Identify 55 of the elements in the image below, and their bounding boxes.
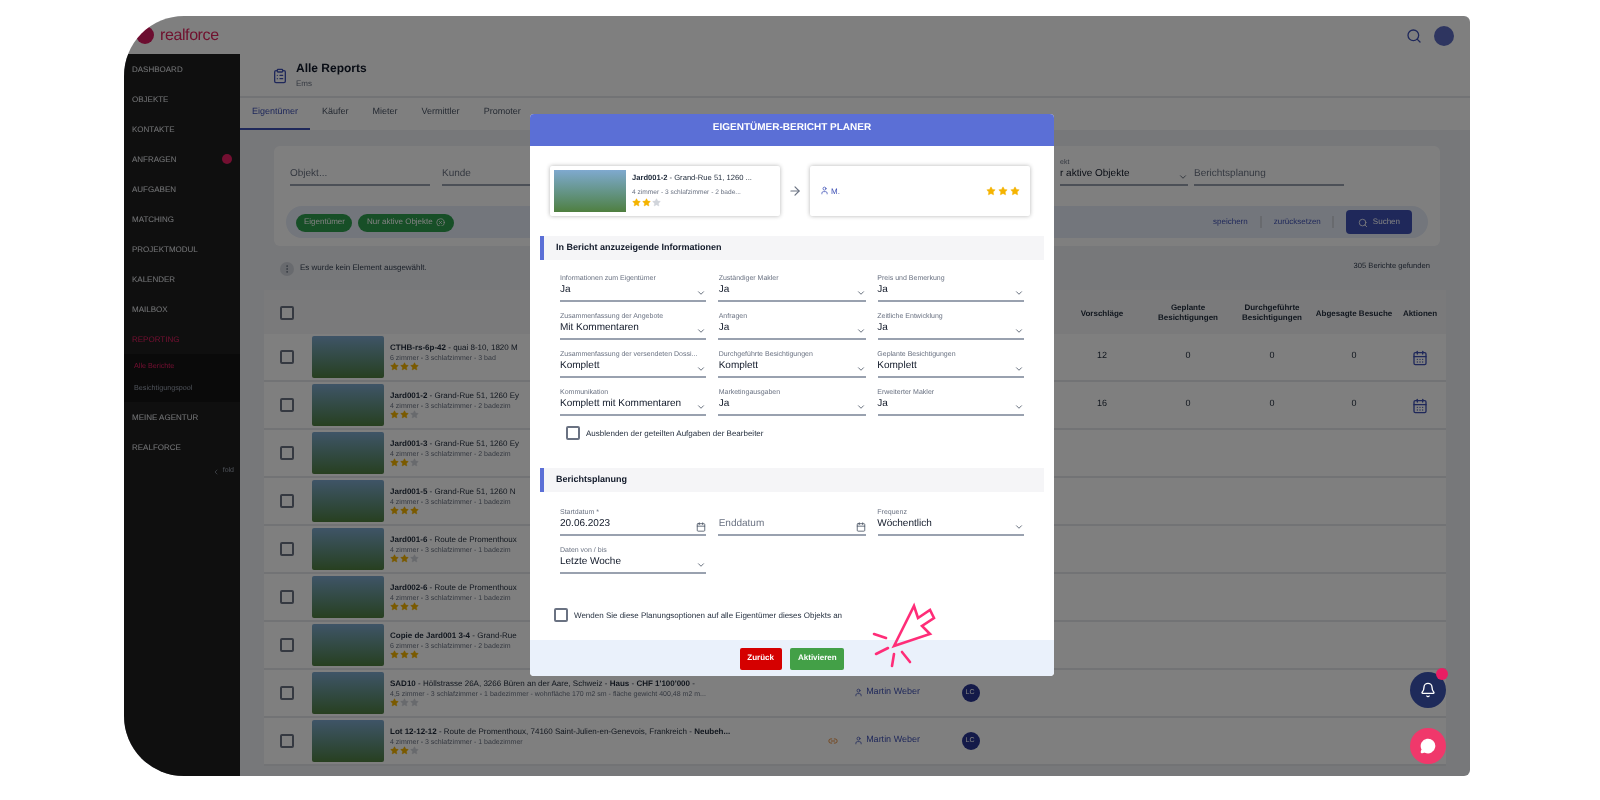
checkbox[interactable] (554, 608, 568, 622)
chevron-down-icon (696, 325, 707, 335)
chevron-down-icon (696, 363, 707, 373)
checkbox[interactable] (279, 398, 293, 412)
photo-placeholder (554, 170, 626, 212)
checkbox[interactable] (279, 638, 293, 652)
user-icon (853, 688, 863, 698)
checkbox[interactable] (279, 542, 293, 556)
chevron-down-icon (696, 559, 707, 569)
search-icon[interactable] (1406, 27, 1422, 43)
photo-placeholder (312, 528, 384, 570)
calendar-icon (696, 521, 707, 531)
photo-placeholder (312, 624, 384, 666)
avatar[interactable] (1434, 25, 1454, 45)
checkbox[interactable] (279, 734, 293, 748)
checkbox[interactable] (279, 350, 293, 364)
chat-icon (1420, 738, 1436, 754)
calendar-icon[interactable] (1412, 349, 1428, 365)
checkbox[interactable] (279, 494, 293, 508)
checkbox[interactable] (279, 686, 293, 700)
chevron-down-icon (855, 287, 866, 297)
clipboard-icon (272, 67, 288, 83)
checkbox[interactable] (566, 426, 580, 440)
remove-icon[interactable] (436, 217, 446, 227)
chevron-down-icon (1178, 171, 1188, 181)
checkbox[interactable] (279, 305, 293, 319)
photo-placeholder (312, 480, 384, 522)
chevron-down-icon (855, 363, 866, 373)
more-icon[interactable] (280, 261, 294, 275)
photo-placeholder (312, 720, 384, 762)
bell-icon (1420, 682, 1436, 698)
chevron-down-icon (1014, 287, 1024, 297)
calendar-icon (855, 521, 866, 531)
photo-placeholder (312, 576, 384, 618)
arrow-right-icon (788, 184, 802, 198)
chevron-down-icon (696, 401, 707, 411)
photo-placeholder (312, 384, 384, 426)
chevron-down-icon (1014, 401, 1024, 411)
logo-icon (136, 26, 154, 44)
photo-placeholder (312, 672, 384, 714)
chevron-down-icon (1014, 325, 1024, 335)
chevron-down-icon (696, 287, 707, 297)
photo-placeholder (312, 336, 384, 378)
search-icon (1358, 217, 1369, 227)
chevron-down-icon (855, 325, 866, 335)
user-icon (853, 736, 863, 746)
chevron-down-icon (1014, 363, 1024, 373)
chevron-down-icon (1014, 521, 1024, 531)
chevron-down-icon (855, 401, 866, 411)
checkbox[interactable] (279, 590, 293, 604)
checkbox[interactable] (279, 446, 293, 460)
logo[interactable]: realforce (160, 23, 219, 47)
user-icon (820, 186, 829, 196)
calendar-icon[interactable] (1412, 397, 1428, 413)
photo-placeholder (312, 432, 384, 474)
